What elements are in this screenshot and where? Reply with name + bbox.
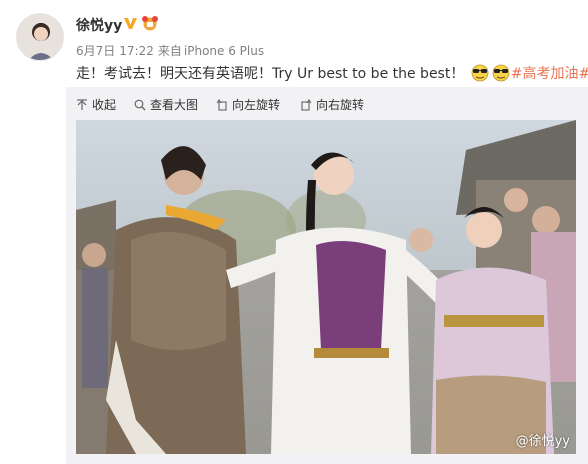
cool-face-emoji bbox=[492, 64, 510, 82]
hashtag-link[interactable]: #高考加油# bbox=[511, 66, 588, 82]
rotate-right-icon bbox=[301, 98, 312, 111]
zoom-icon bbox=[134, 99, 146, 110]
verified-v-icon[interactable] bbox=[123, 16, 138, 31]
rotate-left-icon bbox=[216, 98, 227, 111]
post-meta: 6月7日 17:22 来自 iPhone 6 Plus bbox=[76, 42, 268, 59]
rotate-right-label: 向右旋转 bbox=[316, 98, 365, 112]
rotate-left-label: 向左旋转 bbox=[232, 98, 281, 112]
post-date[interactable]: 6月7日 bbox=[76, 44, 115, 58]
source-prefix: 来自 bbox=[157, 44, 182, 58]
post-device[interactable]: iPhone 6 Plus bbox=[184, 44, 264, 58]
photo-watermark: @徐悦yy bbox=[515, 434, 570, 449]
member-club-icon[interactable] bbox=[141, 15, 159, 31]
avatar[interactable] bbox=[16, 13, 64, 61]
collapse-icon bbox=[77, 98, 87, 110]
rotate-right-button[interactable]: 向右旋转 bbox=[300, 96, 364, 113]
view-large-label: 查看大图 bbox=[150, 98, 199, 112]
post-photo[interactable]: @徐悦yy bbox=[76, 120, 576, 454]
post-body: 走！考试去！明天还有英语呢！Try Ur best to be the best… bbox=[76, 66, 465, 82]
rotate-left-button[interactable]: 向左旋转 bbox=[216, 96, 280, 113]
post-text: 走！考试去！明天还有英语呢！Try Ur best to be the best… bbox=[76, 62, 588, 84]
collapse-label: 收起 bbox=[92, 98, 117, 112]
collapse-button[interactable]: 收起 bbox=[76, 96, 116, 113]
cool-face-emoji bbox=[471, 64, 489, 82]
view-large-button[interactable]: 查看大图 bbox=[134, 96, 198, 113]
post-time[interactable]: 17:22 bbox=[119, 44, 154, 58]
photo-illustration bbox=[76, 120, 576, 454]
author-name[interactable]: 徐悦yy bbox=[76, 15, 122, 35]
